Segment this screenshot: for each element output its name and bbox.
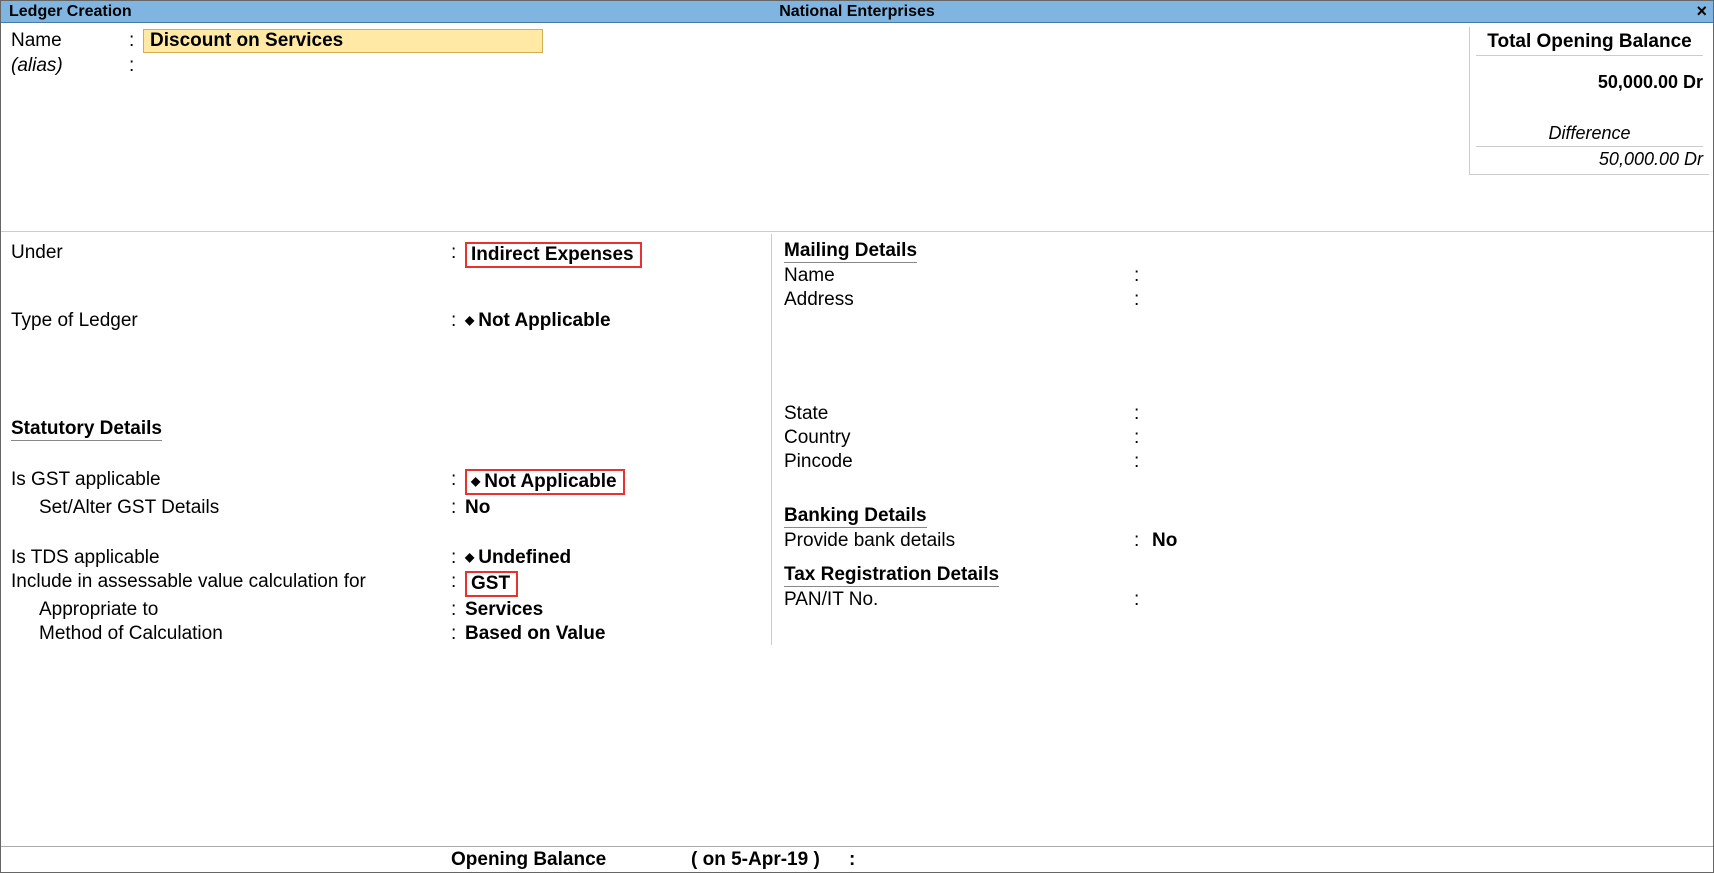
colon: : [451,497,465,519]
opening-balance-box: Total Opening Balance 50,000.00 Dr Diffe… [1469,27,1709,175]
gst-applicable-label: Is GST applicable [11,469,451,491]
mailing-details-heading: Mailing Details [784,240,917,263]
bank-details-label: Provide bank details [784,530,1134,552]
include-assessable-value[interactable]: GST [465,571,518,597]
colon: : [451,599,465,621]
ledger-name-input[interactable]: Discount on Services [143,29,543,53]
tds-applicable-value[interactable]: Undefined [465,547,571,569]
total-opening-balance-heading: Total Opening Balance [1476,31,1703,56]
pan-label: PAN/IT No. [784,589,1134,611]
appropriate-to-value[interactable]: Services [465,599,543,621]
name-label: Name [11,30,129,52]
colon: : [451,469,465,491]
state-label: State [784,403,1134,425]
set-alter-gst-value[interactable]: No [465,497,490,519]
title-bar: Ledger Creation National Enterprises × [1,1,1713,23]
colon: : [1134,451,1152,473]
alias-label: (alias) [11,55,129,77]
type-of-ledger-label: Type of Ledger [11,310,451,332]
colon: : [1134,589,1152,611]
right-column: Mailing Details Name : Address : State :… [771,234,1703,645]
name-section: Name : Discount on Services (alias) : [1,23,1713,81]
mailing-name-label: Name [784,265,1134,287]
colon: : [1134,530,1152,552]
alias-input[interactable] [143,55,543,77]
gst-applicable-value[interactable]: Not Applicable [465,469,625,495]
colon: : [849,849,855,871]
under-value[interactable]: Indirect Expenses [465,242,642,268]
window-title-left: Ledger Creation [1,3,132,21]
opening-balance-date: ( on 5-Apr-19 ) [691,849,820,871]
set-alter-gst-label: Set/Alter GST Details [39,497,451,519]
colon: : [451,242,465,264]
difference-label: Difference [1476,123,1703,147]
total-opening-balance-amount: 50,000.00 Dr [1476,72,1703,93]
tax-registration-heading: Tax Registration Details [784,564,999,587]
colon: : [451,571,465,593]
colon: : [1134,427,1152,449]
colon: : [451,623,465,645]
banking-details-heading: Banking Details [784,505,927,528]
include-assessable-label: Include in assessable value calculation … [11,571,451,593]
colon: : [1134,265,1152,287]
country-label: Country [784,427,1134,449]
colon: : [129,55,143,77]
appropriate-to-label: Appropriate to [39,599,451,621]
pincode-label: Pincode [784,451,1134,473]
colon: : [1134,403,1152,425]
colon: : [451,547,465,569]
content-columns: Under : Indirect Expenses Type of Ledger… [1,232,1713,645]
close-icon[interactable]: × [1696,1,1707,22]
under-label: Under [11,242,451,264]
address-label: Address [784,289,1134,311]
colon: : [451,310,465,332]
colon: : [129,30,143,52]
tds-applicable-label: Is TDS applicable [11,547,451,569]
difference-amount: 50,000.00 Dr [1476,147,1703,170]
type-of-ledger-value[interactable]: Not Applicable [465,310,611,332]
footer-bar: Opening Balance ( on 5-Apr-19 ) : [1,846,1713,872]
opening-balance-label: Opening Balance [451,849,606,871]
method-calc-value[interactable]: Based on Value [465,623,605,645]
company-name: National Enterprises [779,3,935,21]
statutory-details-heading: Statutory Details [11,418,162,441]
left-column: Under : Indirect Expenses Type of Ledger… [11,234,771,645]
bank-details-value[interactable]: No [1152,530,1177,552]
method-calc-label: Method of Calculation [39,623,451,645]
colon: : [1134,289,1152,311]
